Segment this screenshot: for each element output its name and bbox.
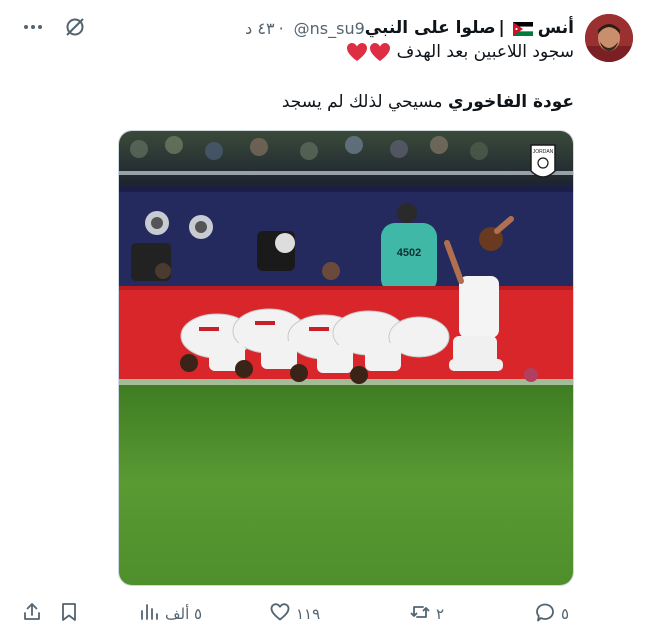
bookmark-button[interactable] (59, 598, 79, 630)
tweet-text-line2: عودة الفاخوري مسيحي لذلك لم يسجد (282, 92, 574, 112)
author-name[interactable]: أنس (538, 18, 574, 38)
reply-icon (535, 602, 555, 626)
tweet-header: أنس | صلوا على النبي @ns_su9 · ٤٣ د (245, 15, 574, 41)
views-icon (139, 602, 159, 626)
name-separator: | (498, 18, 505, 38)
user-handle[interactable]: @ns_su9 (294, 19, 365, 38)
badge-label: JORDAN (533, 149, 554, 155)
reply-button[interactable]: ٥ (535, 598, 569, 630)
tweet-text-rest: مسيحي لذلك لم يسجد (281, 92, 448, 112)
steward-bib-number: 4502 (397, 247, 421, 259)
bookmark-icon (59, 602, 79, 626)
tweet-media-image[interactable]: 4502 JORDAN (118, 130, 574, 586)
replies-count: ٥ (561, 605, 570, 623)
heart-emoji-icon (345, 42, 391, 62)
retweet-icon (410, 602, 430, 626)
jordan-flag-icon (512, 21, 533, 36)
player-name: عودة الفاخوري (447, 92, 574, 112)
avatar[interactable] (585, 14, 633, 62)
views-button[interactable]: ٥ ألف (139, 598, 202, 630)
retweets-count: ٢ (436, 605, 445, 623)
tweet-action-bar: ٥ ألف ١١٩ ٢ ٥ (0, 598, 652, 630)
retweet-button[interactable]: ٢ (410, 598, 444, 630)
more-icon[interactable] (22, 16, 44, 38)
display-name[interactable]: صلوا على النبي (365, 18, 496, 38)
share-button[interactable] (22, 598, 42, 630)
views-count: ٥ ألف (165, 605, 203, 623)
grok-icon[interactable] (64, 16, 86, 38)
tweet-menu-icons (22, 16, 86, 38)
jordan-badge-icon: JORDAN (530, 144, 556, 178)
likes-count: ١١٩ (296, 605, 321, 623)
timestamp[interactable]: ٤٣ د (245, 19, 274, 38)
share-icon (22, 602, 42, 626)
tweet-text-main: سجود اللاعبين بعد الهدف (396, 42, 574, 62)
like-button[interactable]: ١١٩ (270, 598, 320, 630)
like-icon (270, 602, 290, 626)
tweet-text-line1: سجود اللاعبين بعد الهدف (345, 42, 574, 62)
dot-separator: · (278, 18, 284, 38)
